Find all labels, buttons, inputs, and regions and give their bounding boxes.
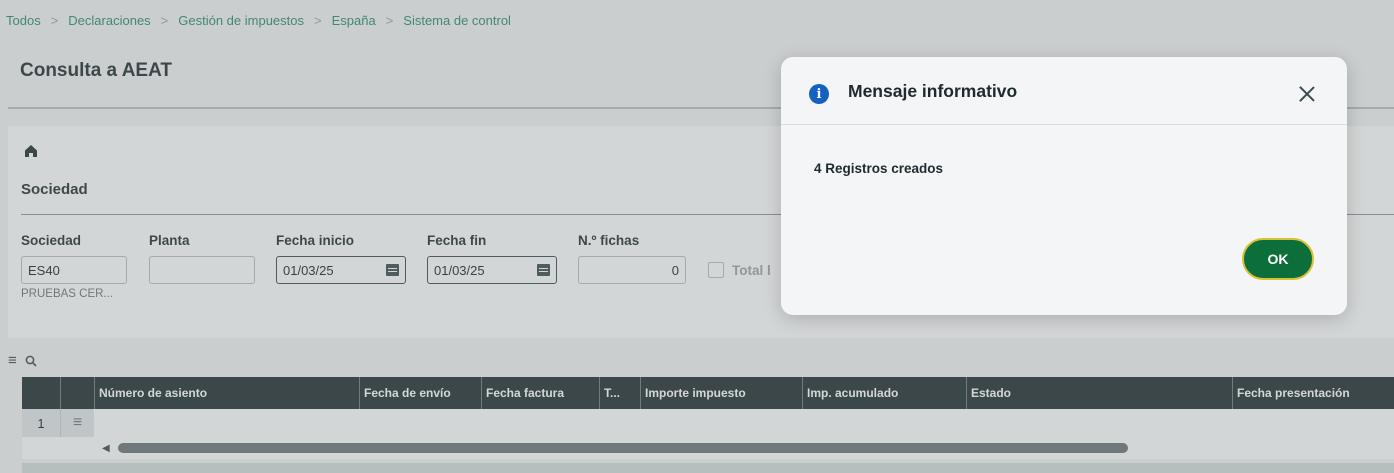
close-icon[interactable] — [1297, 84, 1317, 104]
dialog-header: i Mensaje informativo — [781, 57, 1347, 125]
ok-button[interactable]: OK — [1242, 238, 1314, 280]
info-dialog: i Mensaje informativo 4 Registros creado… — [781, 57, 1347, 315]
info-icon: i — [809, 84, 829, 104]
dialog-message: 4 Registros creados — [814, 161, 944, 176]
dialog-title: Mensaje informativo — [848, 81, 1018, 101]
